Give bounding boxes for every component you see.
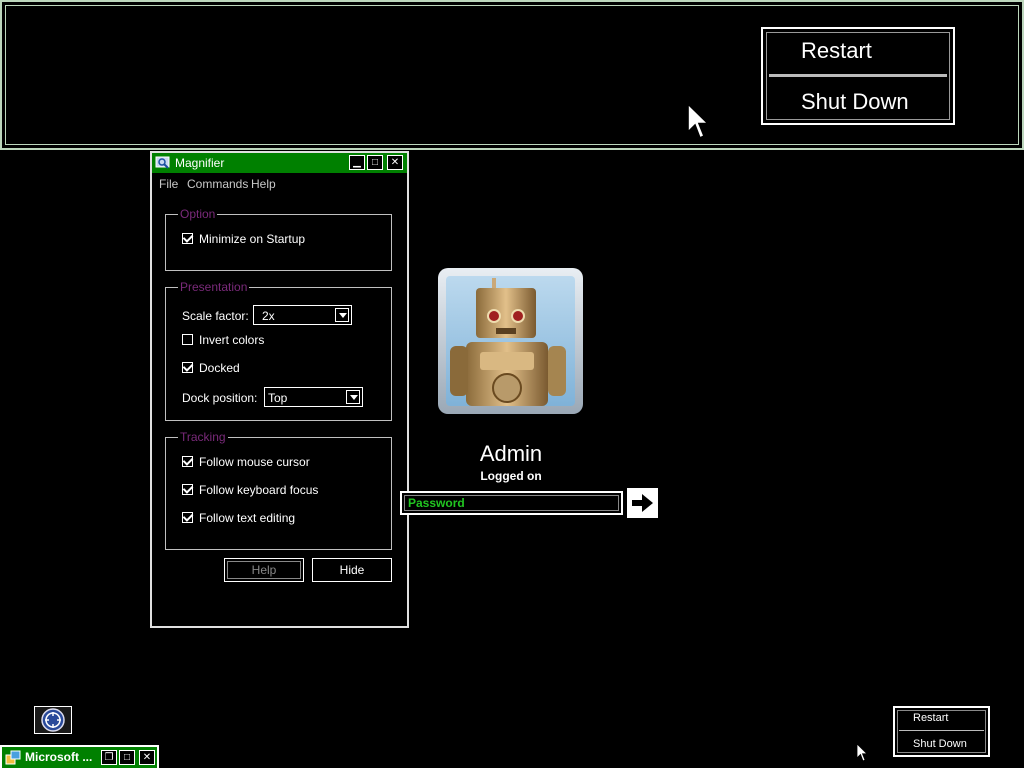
- follow-text-checkbox[interactable]: Follow text editing: [182, 511, 295, 525]
- invert-colors-label: Invert colors: [199, 333, 265, 347]
- username: Admin: [479, 441, 543, 466]
- magnifier-app-icon: [155, 156, 170, 169]
- magnifier-menubar: File Commands Help: [152, 175, 407, 193]
- scale-factor-value: 2x: [262, 309, 275, 323]
- checkbox-unchecked-icon: [182, 334, 193, 345]
- tracking-legend: Tracking: [178, 430, 228, 444]
- docked-label: Docked: [199, 361, 240, 375]
- presentation-group: Presentation Scale factor: 2x Invert col…: [165, 280, 392, 421]
- maximize-icon: □: [371, 157, 379, 168]
- logon-status: Logged on: [480, 469, 542, 483]
- taskbar-label: Microsoft ...: [25, 750, 93, 764]
- magnifier-window: Magnifier ▁ □ ✕ File Commands Help Optio…: [150, 151, 409, 628]
- mouse-cursor-icon: [857, 744, 868, 762]
- magnified-shutdown-item: Shut Down: [801, 89, 909, 114]
- chevron-down-icon: [346, 390, 360, 404]
- help-button[interactable]: Help: [224, 558, 304, 582]
- close-icon: ✕: [142, 752, 152, 763]
- menu-file[interactable]: File: [159, 177, 178, 191]
- magnified-cursor-icon: [688, 104, 710, 140]
- checkbox-checked-icon: [182, 456, 193, 467]
- follow-mouse-checkbox[interactable]: Follow mouse cursor: [182, 455, 310, 469]
- scale-factor-select[interactable]: 2x: [253, 305, 352, 325]
- restore-button[interactable]: ❐: [101, 750, 117, 765]
- help-button-label: Help: [251, 563, 277, 577]
- dock-position-label: Dock position:: [182, 391, 258, 405]
- user-avatar-frame[interactable]: [438, 268, 583, 414]
- follow-keyboard-checkbox[interactable]: Follow keyboard focus: [182, 483, 318, 497]
- close-button[interactable]: ✕: [387, 155, 403, 170]
- ease-of-access-icon: [41, 708, 65, 732]
- chevron-down-icon: [335, 308, 349, 322]
- password-placeholder: Password: [408, 496, 465, 510]
- option-group: Option Minimize on Startup: [165, 207, 392, 271]
- follow-keyboard-label: Follow keyboard focus: [199, 483, 319, 497]
- hide-button-label: Hide: [339, 563, 365, 577]
- follow-text-label: Follow text editing: [199, 511, 296, 525]
- magnified-restart-item: Restart: [801, 38, 872, 63]
- shutdown-item[interactable]: Shut Down: [913, 738, 967, 750]
- menu-help[interactable]: Help: [251, 177, 276, 191]
- dock-position-select[interactable]: Top: [264, 387, 363, 407]
- magnifier-titlebar[interactable]: Magnifier ▁ □ ✕: [152, 153, 407, 173]
- presentation-legend: Presentation: [178, 280, 250, 294]
- arrow-right-icon: [632, 494, 653, 512]
- checkbox-checked-icon: [182, 512, 193, 523]
- maximize-button[interactable]: □: [367, 155, 383, 170]
- tracking-group: Tracking Follow mouse cursor Follow keyb…: [165, 430, 392, 550]
- minimize-on-startup-checkbox[interactable]: Minimize on Startup: [182, 232, 305, 246]
- restart-item[interactable]: Restart: [913, 712, 948, 724]
- submit-logon-button[interactable]: [627, 488, 658, 518]
- magnifier-view-band: Restart Shut Down: [0, 0, 1024, 150]
- password-field[interactable]: Password: [400, 491, 623, 515]
- magnified-power-menu: Restart Shut Down: [761, 27, 955, 125]
- menu-separator: [899, 730, 984, 731]
- menu-separator: [769, 74, 947, 77]
- minimize-on-startup-label: Minimize on Startup: [199, 232, 306, 246]
- robot-avatar-icon: [446, 276, 575, 406]
- close-icon: ✕: [390, 157, 400, 168]
- maximize-button[interactable]: □: [119, 750, 135, 765]
- checkbox-checked-icon: [182, 362, 193, 373]
- application-icon: [5, 750, 21, 765]
- option-legend: Option: [178, 207, 218, 221]
- minimized-window-button[interactable]: Microsoft ... ❐ □ ✕: [0, 745, 159, 768]
- magnifier-title: Magnifier: [175, 156, 225, 170]
- docked-checkbox[interactable]: Docked: [182, 361, 240, 375]
- dock-position-value: Top: [268, 391, 288, 405]
- minimize-icon: ▁: [353, 157, 361, 168]
- maximize-icon: □: [123, 752, 131, 763]
- menu-commands[interactable]: Commands: [187, 177, 248, 191]
- checkbox-checked-icon: [182, 233, 193, 244]
- restore-icon: ❐: [104, 752, 114, 763]
- invert-colors-checkbox[interactable]: Invert colors: [182, 333, 264, 347]
- power-menu: Restart Shut Down: [893, 706, 990, 757]
- hide-button[interactable]: Hide: [312, 558, 392, 582]
- close-button[interactable]: ✕: [139, 750, 155, 765]
- follow-mouse-label: Follow mouse cursor: [199, 455, 310, 469]
- scale-factor-label: Scale factor:: [182, 309, 249, 323]
- ease-of-access-button[interactable]: [34, 706, 72, 734]
- checkbox-checked-icon: [182, 484, 193, 495]
- minimize-button[interactable]: ▁: [349, 155, 365, 170]
